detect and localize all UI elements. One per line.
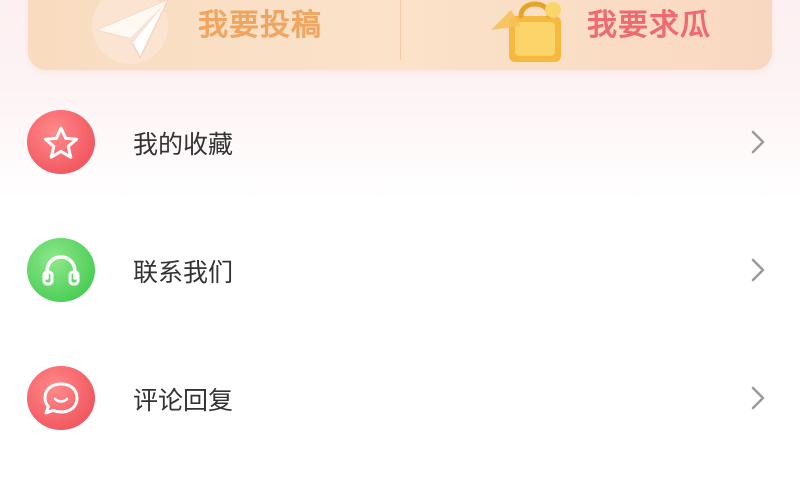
comments-icon-circle	[27, 366, 95, 430]
menu-item-label: 我的收藏	[133, 130, 234, 159]
action-banner: 我要投稿 我要求瓜	[28, 0, 772, 70]
paper-plane-icon	[92, 0, 169, 64]
request-gossip-button[interactable]: 我要求瓜	[401, 0, 772, 70]
menu-item-favorites[interactable]: 我的收藏	[0, 78, 800, 206]
submit-post-label: 我要投稿	[198, 8, 322, 43]
gift-bag-icon	[491, 1, 561, 62]
chevron-right-icon	[751, 386, 765, 410]
menu-item-comment-replies[interactable]: 评论回复	[0, 334, 800, 462]
favorites-icon-circle	[27, 110, 95, 174]
chevron-right-icon	[751, 258, 765, 282]
menu-item-contact-us[interactable]: 联系我们	[0, 206, 800, 334]
chat-bubble-icon	[43, 382, 79, 415]
chevron-right-icon	[751, 130, 765, 154]
menu-item-label: 评论回复	[133, 386, 234, 415]
headset-icon	[42, 255, 80, 286]
request-gossip-label: 我要求瓜	[587, 8, 711, 43]
star-icon	[43, 126, 79, 159]
submit-post-button[interactable]: 我要投稿	[28, 0, 400, 70]
contact-icon-circle	[27, 238, 95, 302]
menu-item-label: 联系我们	[133, 258, 234, 287]
